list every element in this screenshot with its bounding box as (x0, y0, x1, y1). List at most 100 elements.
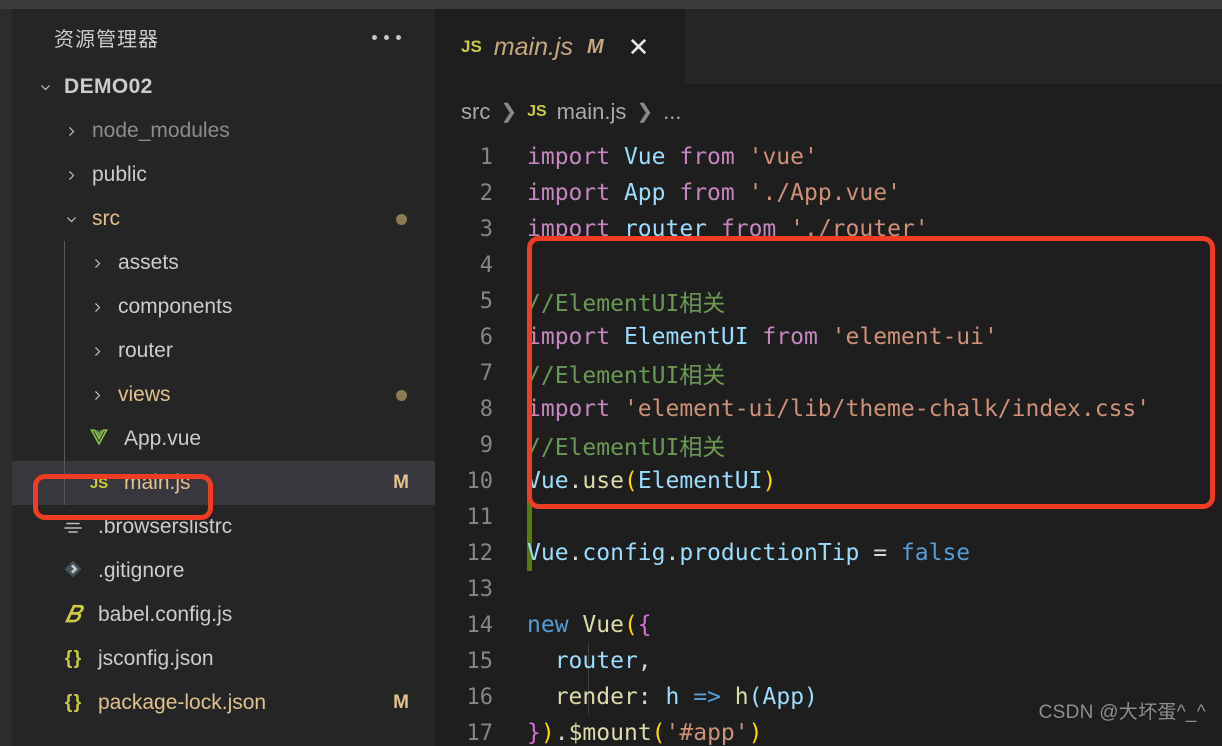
code-editor[interactable]: 1 import Vue from 'vue' 2 import App from '… (435, 139, 1222, 746)
chevron-right-icon[interactable] (84, 345, 110, 358)
line-content: new Vue({ (527, 612, 652, 638)
more-actions-icon[interactable] (372, 34, 407, 40)
line-content: Vue.use(ElementUI) (527, 468, 777, 494)
chevron-right-icon[interactable] (84, 389, 110, 402)
line-number: 14 (466, 612, 494, 638)
watermark: CSDN @大坏蛋^_^ (1038, 702, 1206, 723)
close-icon[interactable]: ✕ (628, 34, 650, 60)
line-content: import router from './router' (527, 216, 929, 242)
line-number: 15 (466, 648, 494, 674)
tree-file-package-lock-json[interactable]: { } package-lock.json M (12, 681, 435, 725)
tree-folder-router[interactable]: router (12, 329, 435, 373)
line-number: 12 (466, 540, 494, 566)
list-icon (58, 516, 88, 539)
breadcrumb[interactable]: src ❯ JS main.js ❯ ... (435, 84, 1222, 139)
babel-icon: 𝐵 (65, 602, 81, 627)
tree-item-label: assets (118, 251, 179, 274)
tree-file-app-vue[interactable]: App.vue (12, 417, 435, 461)
chevron-right-icon: ❯ (636, 101, 654, 123)
tree-file-babel-config-js[interactable]: 𝐵babel.config.js (12, 593, 435, 637)
line-content: Vue.config.productionTip = false (527, 540, 971, 566)
code-line[interactable]: 6 import ElementUI from 'element-ui' (435, 319, 1222, 355)
git-status-badge: M (393, 472, 409, 493)
tree-file-main-js[interactable]: JS main.js M (12, 461, 435, 505)
line-content: //ElementUI相关 (527, 363, 726, 389)
code-line[interactable]: 10 Vue.use(ElementUI) (435, 463, 1222, 499)
tree-item-label: main.js (124, 471, 191, 494)
tree-folder-components[interactable]: components (12, 285, 435, 329)
tree-folder-src[interactable]: src (12, 197, 435, 241)
js-icon: JS (461, 37, 482, 56)
editor-tabs: JS main.js M ✕ (435, 9, 1222, 84)
tree-item-label: .browserslistrc (98, 515, 233, 538)
activity-bar[interactable] (0, 9, 12, 746)
line-content: import ElementUI from 'element-ui' (527, 324, 998, 350)
breadcrumb-item-symbol[interactable]: ... (663, 99, 681, 125)
tree-folder-assets[interactable]: assets (12, 241, 435, 285)
tree-item-label: node_modules (92, 119, 230, 142)
code-line[interactable]: 4 (435, 247, 1222, 283)
code-line[interactable]: 1 import Vue from 'vue' (435, 139, 1222, 175)
unsaved-dot-icon (396, 389, 407, 401)
tab-dirty-badge: M (586, 35, 604, 58)
code-line[interactable]: 7 //ElementUI相关 (435, 355, 1222, 391)
chevron-right-icon[interactable] (84, 301, 110, 314)
line-content: router, (554, 648, 652, 674)
tree-file-browserslistrc[interactable]: .browserslistrc (12, 505, 435, 549)
code-line[interactable]: 8 import 'element-ui/lib/theme-chalk/inde… (435, 391, 1222, 427)
json-icon: { } (64, 648, 82, 669)
line-number: 13 (466, 576, 494, 602)
tree-file-gitignore[interactable]: .gitignore (12, 549, 435, 593)
chevron-right-icon[interactable] (58, 125, 84, 138)
tree-root-label: DEMO02 (64, 75, 153, 98)
js-icon: JS (89, 474, 109, 492)
line-number: 2 (479, 180, 493, 206)
file-tree[interactable]: DEMO02 node_modulespublic src assets compone… (12, 65, 435, 725)
chevron-right-icon[interactable] (84, 257, 110, 270)
line-number: 7 (479, 360, 493, 386)
git-status-badge: M (393, 692, 409, 713)
code-line[interactable]: 2 import App from './App.vue' (435, 175, 1222, 211)
code-line[interactable]: 11 (435, 499, 1222, 535)
tree-root-demo02[interactable]: DEMO02 (12, 65, 435, 109)
line-number: 17 (466, 720, 494, 746)
tree-file-jsconfig-json[interactable]: { } jsconfig.json (12, 637, 435, 681)
tree-folder-node-modules[interactable]: node_modules (12, 109, 435, 153)
line-number: 11 (466, 504, 494, 530)
tree-item-label: babel.config.js (98, 603, 233, 626)
js-icon: JS (527, 102, 547, 120)
explorer-sidebar: 资源管理器 DEMO02 node_modulespublic src assets c… (12, 9, 435, 746)
explorer-title: 资源管理器 (54, 28, 159, 51)
code-line[interactable]: 14 new Vue({ (435, 607, 1222, 643)
line-content: //ElementUI相关 (527, 291, 726, 317)
chevron-down-icon[interactable] (32, 81, 58, 94)
code-line[interactable]: 12 Vue.config.productionTip = false (435, 535, 1222, 571)
tree-item-label: views (118, 383, 171, 406)
code-line[interactable]: 13 (435, 571, 1222, 607)
explorer-header: 资源管理器 (12, 9, 435, 65)
code-line[interactable]: 3 import router from './router' (435, 211, 1222, 247)
line-content: import App from './App.vue' (527, 180, 901, 206)
tree-item-label: jsconfig.json (98, 647, 214, 670)
tree-item-label: components (118, 295, 233, 318)
tree-item-label: package-lock.json (98, 691, 267, 714)
title-bar (0, 0, 1222, 9)
breadcrumb-item-file[interactable]: main.js (557, 99, 627, 125)
tree-folder-public[interactable]: public (12, 153, 435, 197)
line-number: 10 (466, 468, 494, 494)
code-line[interactable]: 9 //ElementUI相关 (435, 427, 1222, 463)
line-number: 3 (479, 216, 493, 242)
tab-main-js[interactable]: JS main.js M ✕ (435, 9, 685, 84)
tab-label: main.js (493, 32, 573, 61)
tree-item-label: src (92, 207, 120, 230)
breadcrumb-item-src[interactable]: src (461, 99, 490, 125)
code-line[interactable]: 15 router, (435, 643, 1222, 679)
code-line[interactable]: 5 //ElementUI相关 (435, 283, 1222, 319)
line-content: import Vue from 'vue' (527, 144, 818, 170)
chevron-right-icon[interactable] (58, 169, 84, 182)
chevron-down-icon[interactable] (58, 213, 84, 226)
unsaved-dot-icon (396, 213, 407, 225)
tree-item-label: App.vue (124, 427, 202, 450)
line-number: 16 (466, 684, 494, 710)
tree-folder-views[interactable]: views (12, 373, 435, 417)
